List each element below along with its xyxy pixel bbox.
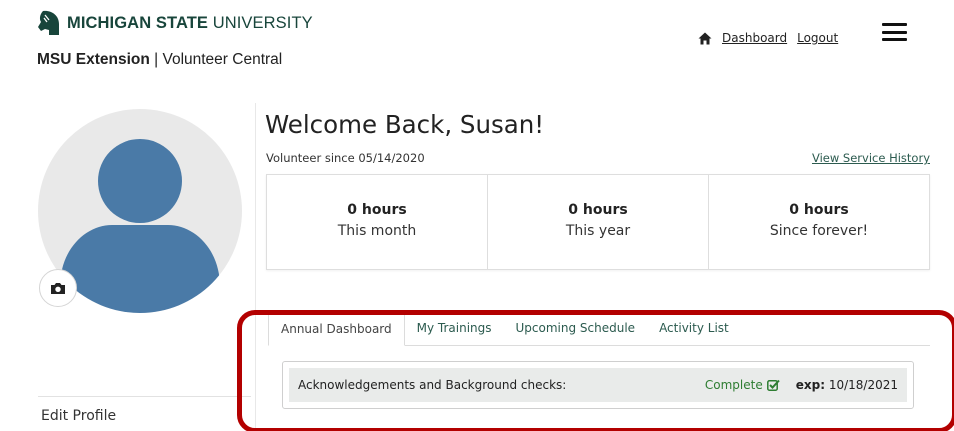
stat-label: This year: [565, 223, 631, 239]
stat-value: 0 hours: [347, 202, 407, 218]
hamburger-menu-icon[interactable]: [882, 23, 907, 41]
tab-annual-dashboard[interactable]: Annual Dashboard: [268, 314, 405, 346]
status-badge: Complete: [705, 378, 780, 392]
volunteer-since: Volunteer since 05/14/2020: [266, 151, 425, 165]
dashboard-link[interactable]: Dashboard: [722, 31, 787, 45]
acknowledgement-label: Acknowledgements and Background checks:: [298, 378, 567, 392]
page-title: Welcome Back, Susan!: [265, 110, 545, 139]
edit-profile-link[interactable]: Edit Profile: [41, 408, 116, 424]
home-icon[interactable]: [698, 32, 712, 45]
stat-this-year: 0 hours This year: [488, 175, 709, 269]
stat-this-month: 0 hours This month: [267, 175, 488, 269]
site-subtitle-bold: MSU Extension: [37, 51, 150, 68]
university-name-light: UNIVERSITY: [212, 13, 313, 32]
camera-icon: [51, 282, 65, 294]
change-photo-button[interactable]: [39, 269, 77, 307]
spartan-helmet-icon: [38, 10, 59, 35]
tab-my-trainings[interactable]: My Trainings: [405, 314, 504, 345]
acknowledgement-panel: Acknowledgements and Background checks: …: [282, 361, 914, 409]
view-service-history-link[interactable]: View Service History: [812, 151, 930, 165]
university-name: MICHIGAN STATE UNIVERSITY: [67, 14, 313, 33]
hours-summary: 0 hours This month 0 hours This year 0 h…: [266, 174, 930, 270]
dashboard-tabs: Annual Dashboard My Trainings Upcoming S…: [268, 314, 930, 346]
university-name-bold: MICHIGAN STATE: [67, 13, 209, 32]
site-subtitle-rest: | Volunteer Central: [149, 51, 283, 68]
msu-logo[interactable]: MICHIGAN STATE UNIVERSITY: [37, 10, 313, 36]
stat-since-forever: 0 hours Since forever!: [709, 175, 929, 269]
sidebar-divider: [255, 103, 256, 431]
tab-activity-list[interactable]: Activity List: [647, 314, 741, 345]
expiration-label: exp:: [795, 378, 826, 392]
stat-value: 0 hours: [568, 202, 628, 218]
stat-value: 0 hours: [789, 202, 849, 218]
logout-link[interactable]: Logout: [797, 31, 838, 45]
tab-upcoming-schedule[interactable]: Upcoming Schedule: [504, 314, 648, 345]
status-text: Complete: [704, 378, 763, 392]
stat-label: Since forever!: [769, 223, 869, 239]
top-nav: Dashboard Logout: [698, 31, 838, 45]
site-subtitle: MSU Extension | Volunteer Central: [37, 51, 282, 69]
expiration-value: 10/18/2021: [825, 378, 898, 392]
expiration-date: exp: 10/18/2021: [796, 378, 898, 392]
checkbox-checked-icon: [766, 379, 780, 391]
sidebar-separator: [38, 396, 251, 397]
stat-label: This month: [337, 223, 417, 239]
acknowledgement-row: Acknowledgements and Background checks: …: [289, 368, 907, 402]
